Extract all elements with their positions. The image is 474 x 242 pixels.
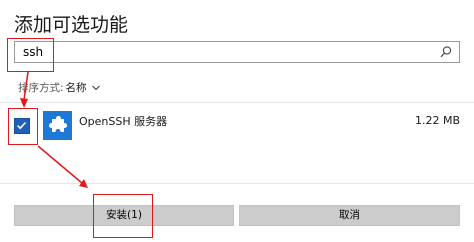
annotation-arrowhead-1 — [20, 98, 28, 108]
feature-size: 1.22 MB — [414, 114, 460, 127]
feature-checkbox[interactable] — [14, 118, 30, 134]
sort-label: 排序方式: — [18, 82, 64, 94]
sort-dropdown[interactable]: 排序方式: 名称 — [18, 80, 101, 95]
list-divider-top — [0, 102, 474, 103]
sort-value: 名称 — [65, 82, 87, 94]
puzzle-icon — [43, 111, 72, 140]
annotation-arrow-2 — [37, 145, 83, 184]
search-input[interactable]: ssh — [14, 41, 460, 63]
dialog-title: 添加可选功能 — [14, 14, 129, 36]
footer-divider — [0, 183, 474, 184]
cancel-button[interactable]: 取消 — [239, 205, 460, 226]
checkmark-icon — [17, 121, 27, 130]
chevron-down-icon — [91, 85, 100, 91]
search-icon[interactable] — [439, 45, 453, 59]
search-input-value: ssh — [23, 45, 44, 59]
feature-name: OpenSSH 服务器 — [79, 115, 168, 128]
install-button[interactable]: 安装(1) — [14, 205, 234, 226]
